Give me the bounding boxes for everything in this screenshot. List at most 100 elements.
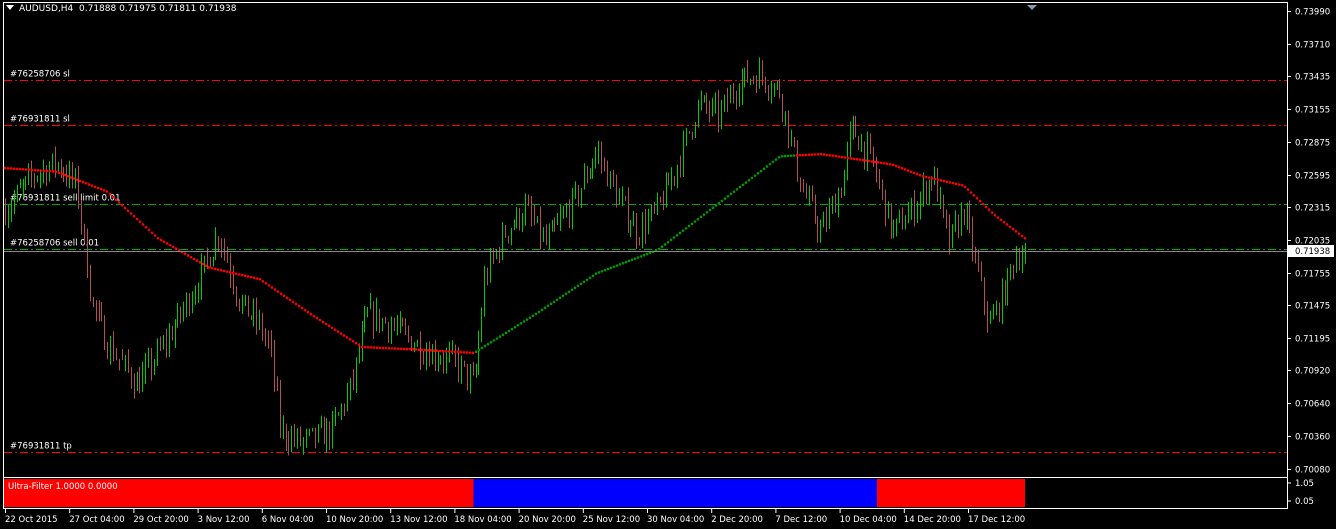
ma-point [789, 154, 793, 158]
ma-point [234, 272, 238, 275]
ma-point [198, 261, 202, 264]
chart-symbol: AUDUSD,H4 [19, 4, 74, 14]
ma-point [423, 348, 427, 352]
ma-point [720, 199, 724, 203]
ma-point [96, 186, 100, 190]
ma-point [135, 217, 139, 221]
ma-point [903, 168, 907, 171]
ma-point [264, 282, 268, 285]
ma-point [252, 276, 256, 280]
ma-point [759, 169, 763, 173]
ma-point [822, 153, 826, 156]
ma-point [792, 154, 796, 157]
ma-point [897, 165, 901, 169]
ma-point [108, 192, 112, 196]
ma-point [531, 314, 535, 318]
ma-point [684, 227, 688, 230]
ma-point [441, 349, 445, 353]
ma-point [261, 279, 265, 283]
ma-point [186, 254, 190, 257]
ma-point [561, 294, 565, 298]
ma-point [876, 161, 880, 164]
ma-point [396, 347, 400, 350]
chart-shift-marker-icon[interactable] [1027, 5, 1037, 10]
ma-point [360, 345, 364, 349]
ma-point [66, 174, 70, 178]
indicator-label: Ultra-Filter 1.0000 0.0000 [8, 482, 118, 492]
ma-point [216, 268, 220, 271]
ma-point [762, 167, 766, 171]
ma-point [147, 228, 151, 232]
ma-point [405, 347, 409, 351]
ma-point [276, 290, 280, 293]
ma-point [141, 223, 145, 226]
ma-point [111, 195, 115, 199]
ma-point [9, 167, 13, 170]
ma-point [576, 284, 580, 288]
ma-point [345, 336, 349, 339]
ma-point [672, 236, 676, 239]
ma-point [183, 252, 187, 256]
ma-point [549, 302, 553, 306]
main-chart[interactable]: #76258706 sl #76931811 sl #76931811 sell l… [0, 0, 1336, 529]
ma-point [990, 211, 994, 214]
ma-point [414, 348, 418, 351]
ma-point [159, 238, 163, 242]
ma-point [891, 163, 895, 167]
ma-point [927, 176, 931, 179]
ma-point [453, 350, 457, 354]
ma-point [723, 197, 727, 200]
ma-point [537, 310, 541, 314]
ma-point [501, 333, 505, 337]
time-tick-label: 6 Nov 04:00 [262, 515, 314, 525]
time-tick-label: 25 Nov 12:00 [583, 515, 640, 525]
time-tick-label: 18 Nov 04:00 [454, 515, 511, 525]
time-tick-label: 29 Oct 20:00 [133, 515, 188, 525]
ma-point [450, 350, 454, 353]
ma-point [36, 169, 40, 172]
ma-point [657, 247, 661, 251]
ma-point [942, 179, 946, 183]
ma-point [93, 185, 97, 189]
ma-point [732, 190, 736, 193]
ma-point [693, 220, 697, 223]
ma-point [468, 351, 472, 354]
ma-point [294, 302, 298, 306]
ma-point [795, 154, 799, 157]
ma-point [984, 205, 988, 209]
ma-point [867, 159, 871, 163]
ma-point [78, 179, 82, 183]
menu-triangle-icon[interactable] [6, 5, 14, 10]
ma-point [150, 231, 154, 235]
ma-point [888, 162, 892, 166]
ma-point [786, 154, 790, 158]
ma-point [570, 288, 574, 292]
ma-point [714, 204, 718, 207]
ma-point [753, 174, 757, 177]
ma-point [291, 300, 295, 304]
ma-point [39, 169, 43, 172]
time-tick-label: 10 Nov 20:00 [326, 515, 383, 525]
time-axis[interactable]: 22 Oct 2015 27 Oct 04:00 29 Oct 20:00 3 Nov… [5, 509, 1025, 525]
ma-point [573, 286, 577, 290]
ma-point [297, 304, 301, 308]
order-line-label: #76931811 sl [10, 115, 70, 125]
ma-point [324, 322, 328, 326]
ma-point [138, 220, 142, 224]
ma-point [27, 168, 31, 172]
ma-point [849, 157, 853, 160]
ma-point [804, 153, 808, 157]
ma-point [873, 160, 877, 164]
order-line-label: #76931811 tp [10, 442, 72, 452]
ma-point [333, 328, 337, 331]
ma-point [558, 296, 562, 300]
ma-point [837, 155, 841, 158]
ma-point [765, 165, 769, 168]
ma-point [318, 318, 322, 322]
ma-point [336, 330, 340, 333]
ma-point [366, 345, 370, 349]
ultra-filter-indicator: 1.05 0.05 [4, 479, 1314, 507]
ma-point [534, 312, 538, 316]
time-tick-label: 30 Nov 04:00 [647, 515, 704, 525]
ma-point [243, 274, 247, 278]
